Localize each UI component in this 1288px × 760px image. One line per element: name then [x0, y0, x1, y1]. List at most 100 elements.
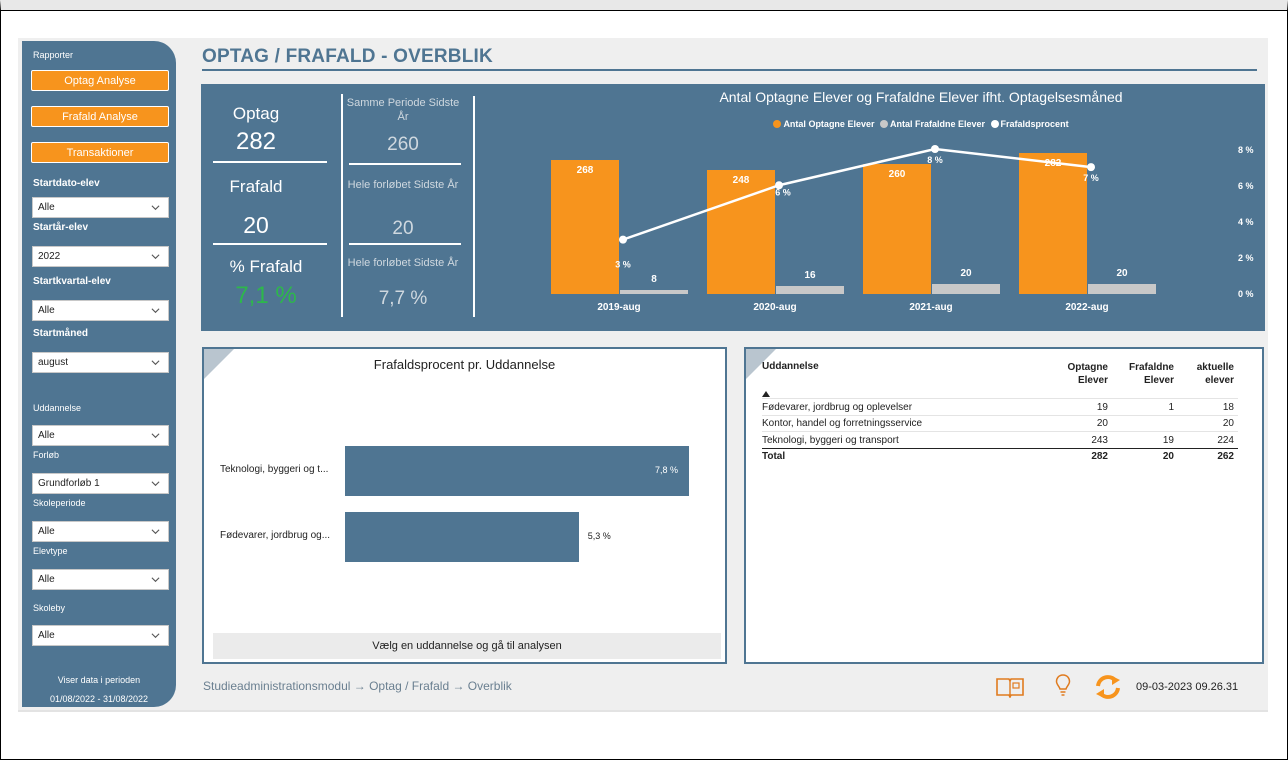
- chevron-down-icon: [151, 433, 160, 439]
- sort-ascending-icon: [762, 391, 770, 397]
- filter-label-startmaaned: Startmåned: [33, 328, 89, 339]
- col-header-frafaldne[interactable]: Frafaldne Elever: [1118, 361, 1174, 387]
- startkvartal-select[interactable]: Alle: [32, 300, 169, 321]
- table-cell-name: Fødevarer, jordbrug og oplevelser: [762, 402, 913, 413]
- x-tick-label: 2022-aug: [1065, 302, 1108, 313]
- refresh-icon[interactable]: [1094, 675, 1122, 699]
- y2-tick-label: 8 %: [1238, 145, 1254, 155]
- bar-frafaldne: [620, 290, 688, 294]
- y2-tick-label: 0 %: [1238, 289, 1254, 299]
- table-cell-aktuelle: 224: [1217, 435, 1234, 446]
- line-label-frafaldsprocent: 3 %: [615, 260, 631, 270]
- bar-category-label[interactable]: Teknologi, byggeri og t...: [220, 464, 328, 475]
- line-label-frafaldsprocent: 7 %: [1083, 173, 1099, 183]
- chevron-down-icon: [151, 360, 160, 366]
- refresh-timestamp: 09-03-2023 09.26.31: [1136, 681, 1239, 693]
- y2-tick-label: 6 %: [1238, 181, 1254, 191]
- skoleperiode-select[interactable]: Alle: [32, 521, 169, 542]
- table-total-frafaldne: 20: [1162, 451, 1174, 462]
- x-tick-label: 2019-aug: [597, 302, 640, 313]
- uddannelse-select[interactable]: Alle: [32, 425, 169, 446]
- table-cell-frafaldne: 1: [1168, 402, 1174, 413]
- table-cell-name: Teknologi, byggeri og transport: [762, 435, 899, 446]
- line-point-frafaldsprocent: [1087, 163, 1095, 172]
- chevron-down-icon: [151, 205, 160, 211]
- filter-label-startdato: Startdato-elev: [33, 178, 100, 189]
- row-rule: [762, 431, 1238, 432]
- filter-sidebar: Rapporter Optag Analyse Frafald Analyse …: [22, 41, 176, 707]
- period-caption: Viser data i perioden: [57, 675, 141, 685]
- table-cell-optagne: 19: [1096, 402, 1108, 413]
- col-header-uddannelse[interactable]: Uddannelse: [762, 361, 819, 372]
- col-header-optagne[interactable]: Optagne Elever: [1060, 361, 1108, 387]
- bottom-divider: [18, 710, 1268, 712]
- startkvartal-value: Alle: [38, 305, 55, 316]
- table-cell-aktuelle: 18: [1222, 402, 1234, 413]
- chevron-down-icon: [151, 254, 160, 260]
- table-cell-name: Kontor, handel og forretningsservice: [762, 418, 923, 429]
- dropout-chart-title: Frafaldsprocent pr. Uddannelse: [373, 357, 556, 372]
- bar-frafaldne: [776, 286, 844, 294]
- uddannelse-value: Alle: [38, 430, 55, 441]
- header-rule: [762, 398, 1238, 399]
- bar-label-optagne: 268: [577, 165, 594, 176]
- bar-value-label: 5,3 %: [587, 531, 611, 541]
- startmaaned-select[interactable]: august: [32, 352, 169, 373]
- lightbulb-icon[interactable]: [1055, 673, 1071, 699]
- filter-label-uddannelse: Uddannelse: [33, 403, 82, 413]
- optag-analyse-button[interactable]: Optag Analyse: [31, 70, 169, 91]
- dropout-by-education-panel: Frafaldsprocent pr. Uddannelse Teknologi…: [202, 347, 727, 664]
- book-icon[interactable]: [995, 676, 1025, 698]
- forloeb-value: Grundforløb 1: [38, 478, 100, 489]
- bar-optagne: [707, 170, 775, 294]
- bar-optagne: [551, 160, 619, 294]
- dropout-bar[interactable]: [345, 446, 689, 496]
- skoleby-value: Alle: [38, 630, 55, 641]
- line-point-frafaldsprocent: [619, 235, 627, 244]
- title-underline: [202, 69, 1257, 71]
- table-total-aktuelle: 262: [1217, 451, 1234, 462]
- bar-optagne: [863, 164, 931, 294]
- page-title: OPTAG / FRAFALD - OVERBLIK: [202, 46, 493, 67]
- bar-label-optagne: 260: [889, 169, 906, 180]
- forloeb-select[interactable]: Grundforløb 1: [32, 473, 169, 494]
- bar-label-frafaldne: 8: [651, 274, 657, 285]
- line-label-frafaldsprocent: 6 %: [775, 187, 791, 197]
- startdato-select[interactable]: Alle: [32, 197, 169, 218]
- row-rule: [762, 415, 1238, 416]
- dropout-bar[interactable]: [345, 512, 579, 562]
- col-header-aktuelle[interactable]: aktuelle elever: [1178, 361, 1234, 387]
- skoleby-select[interactable]: Alle: [32, 625, 169, 646]
- y2-tick-label: 2 %: [1238, 253, 1254, 263]
- line-label-frafaldsprocent: 8 %: [927, 155, 943, 165]
- table-cell-optagne: 243: [1091, 435, 1108, 446]
- trend-chart: 26882019-aug248162020-aug260202021-aug28…: [551, 145, 1254, 313]
- bar-frafaldne: [932, 284, 1000, 294]
- table-cell-aktuelle: 20: [1222, 418, 1234, 429]
- elevtype-select[interactable]: Alle: [32, 569, 169, 590]
- top-border: [0, 10, 1288, 11]
- startdato-value: Alle: [38, 202, 55, 213]
- filter-label-elevtype: Elevtype: [33, 546, 68, 556]
- breadcrumb[interactable]: Studieadministrationsmodul → Optag / Fra…: [203, 679, 512, 693]
- bar-label-frafaldne: 16: [804, 270, 816, 281]
- go-to-analysis-button[interactable]: Vælg en uddannelse og gå til analysen: [213, 633, 721, 659]
- bar-label-frafaldne: 20: [960, 268, 972, 279]
- filter-label-skoleperiode: Skoleperiode: [33, 498, 86, 508]
- startaar-select[interactable]: 2022: [32, 246, 169, 267]
- frafald-analyse-button[interactable]: Frafald Analyse: [31, 106, 169, 127]
- x-tick-label: 2021-aug: [909, 302, 952, 313]
- startaar-value: 2022: [38, 251, 61, 262]
- filter-label-startaar: Startår-elev: [33, 222, 89, 233]
- bar-category-label[interactable]: Fødevarer, jordbrug og...: [220, 530, 330, 541]
- kpi-and-trend-panel: Optag 282 Frafald 20 % Frafald 7,1 % Sam…: [201, 84, 1265, 331]
- startmaaned-value: august: [38, 357, 69, 368]
- transaktioner-button[interactable]: Transaktioner: [31, 142, 169, 163]
- x-tick-label: 2020-aug: [753, 302, 796, 313]
- bar-optagne: [1019, 153, 1087, 294]
- filter-label-skoleby: Skoleby: [33, 603, 66, 613]
- chevron-down-icon: [151, 481, 160, 487]
- table-total-optagne: 282: [1091, 451, 1108, 462]
- filter-label-startkvartal: Startkvartal-elev: [33, 276, 111, 287]
- bar-label-optagne: 248: [733, 175, 750, 186]
